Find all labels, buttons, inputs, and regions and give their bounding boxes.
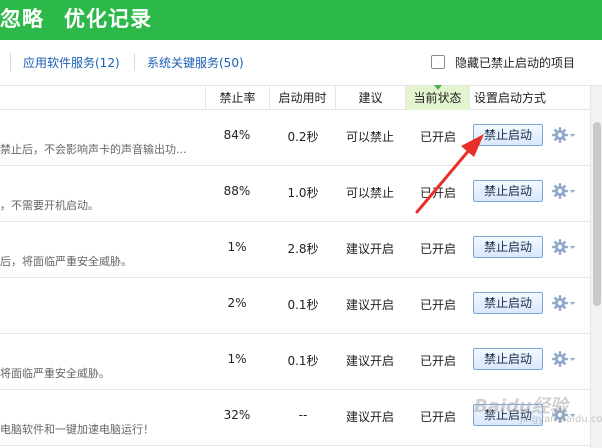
tab-ignore[interactable]: 忽略: [0, 3, 44, 33]
tab-optimization-records[interactable]: 优化记录: [64, 3, 152, 33]
startup-time-value: 0.1秒: [287, 354, 319, 368]
disable-startup-button[interactable]: 禁止启动: [473, 236, 543, 258]
column-startup-mode: 设置启动方式: [469, 86, 590, 110]
startup-time-value: 2.8秒: [287, 242, 319, 256]
column-suggestion[interactable]: 建议: [335, 86, 405, 110]
table-row: 将面临严重安全威胁。 1% 0.1秒 建议开启 已开启 禁止启动: [0, 334, 590, 390]
scrollbar-thumb[interactable]: [593, 122, 601, 306]
gear-icon[interactable]: [551, 180, 577, 202]
tab-divider: [134, 53, 135, 71]
column-current-status[interactable]: 当前状态: [405, 85, 469, 110]
service-tabs-bar: 应用软件服务(12) 系统关键服务(50) 隐藏已禁止启动的项目: [0, 40, 602, 86]
sort-indicator-icon: [433, 85, 442, 90]
table-row: 禁止后，不会影响声卡的声音输出功... 84% 0.2秒 可以禁止 已开启 禁止…: [0, 110, 590, 166]
gear-icon[interactable]: [551, 124, 577, 146]
disable-startup-button[interactable]: 禁止启动: [473, 292, 543, 314]
tab-system-services[interactable]: 系统关键服务(50): [147, 54, 244, 71]
vertical-scrollbar[interactable]: [590, 86, 602, 448]
column-current-status-label: 当前状态: [413, 91, 462, 105]
top-header-bar: 忽略 优化记录: [0, 0, 602, 40]
suggestion-value: 可以禁止: [345, 130, 394, 144]
disable-startup-button[interactable]: 禁止启动: [473, 124, 543, 146]
disable-rate-value: 1%: [227, 352, 247, 366]
suggestion-value: 建议开启: [345, 410, 394, 424]
watermark-url: jingyan.baidu.com: [520, 414, 602, 425]
service-description: ，不需要开机启动。: [0, 199, 99, 212]
disable-rate-value: 88%: [223, 184, 251, 198]
tab-divider: [10, 53, 11, 71]
service-description: 禁止后，不会影响声卡的声音输出功...: [0, 143, 187, 156]
gear-icon[interactable]: [551, 292, 577, 314]
disable-rate-value: 1%: [227, 240, 247, 254]
table-row: 2% 0.1秒 建议开启 已开启 禁止启动: [0, 278, 590, 334]
status-value: 已开启: [419, 354, 456, 368]
status-value: 已开启: [419, 298, 456, 312]
hide-disabled-checkbox[interactable]: [431, 55, 445, 69]
disable-startup-button[interactable]: 禁止启动: [473, 348, 543, 370]
disable-startup-button[interactable]: 禁止启动: [473, 180, 543, 202]
suggestion-value: 建议开启: [345, 298, 394, 312]
startup-time-value: 0.1秒: [287, 298, 319, 312]
table-header: 禁止率 启动用时 建议 当前状态 设置启动方式: [0, 85, 590, 110]
startup-time-value: 1.0秒: [287, 186, 319, 200]
status-value: 已开启: [419, 186, 456, 200]
suggestion-value: 建议开启: [345, 354, 394, 368]
startup-time-value: 0.2秒: [287, 130, 319, 144]
table-row: 后，将面临严重安全威胁。 1% 2.8秒 建议开启 已开启 禁止启动: [0, 222, 590, 278]
service-description: 电脑软件和一键加速电脑运行！: [0, 423, 154, 436]
status-value: 已开启: [419, 242, 456, 256]
disable-rate-value: 84%: [223, 128, 251, 142]
suggestion-value: 可以禁止: [345, 186, 394, 200]
gear-icon[interactable]: [551, 236, 577, 258]
suggestion-value: 建议开启: [345, 242, 394, 256]
hide-disabled-filter[interactable]: 隐藏已禁止启动的项目: [431, 52, 575, 72]
disable-rate-value: 2%: [227, 296, 247, 310]
status-value: 已开启: [419, 410, 456, 424]
gear-icon[interactable]: [551, 348, 577, 370]
service-description: 将面临严重安全威胁。: [0, 367, 110, 380]
service-description: 后，将面临严重安全威胁。: [0, 255, 132, 268]
startup-time-value: --: [298, 408, 308, 422]
table-row: ，不需要开机启动。 88% 1.0秒 可以禁止 已开启 禁止启动: [0, 166, 590, 222]
disable-rate-value: 32%: [223, 408, 251, 422]
tab-app-services[interactable]: 应用软件服务(12): [23, 54, 120, 71]
column-startup-time[interactable]: 启动用时: [269, 86, 335, 110]
status-value: 已开启: [419, 130, 456, 144]
column-disable-rate[interactable]: 禁止率: [205, 86, 269, 110]
hide-disabled-label: 隐藏已禁止启动的项目: [455, 55, 576, 70]
